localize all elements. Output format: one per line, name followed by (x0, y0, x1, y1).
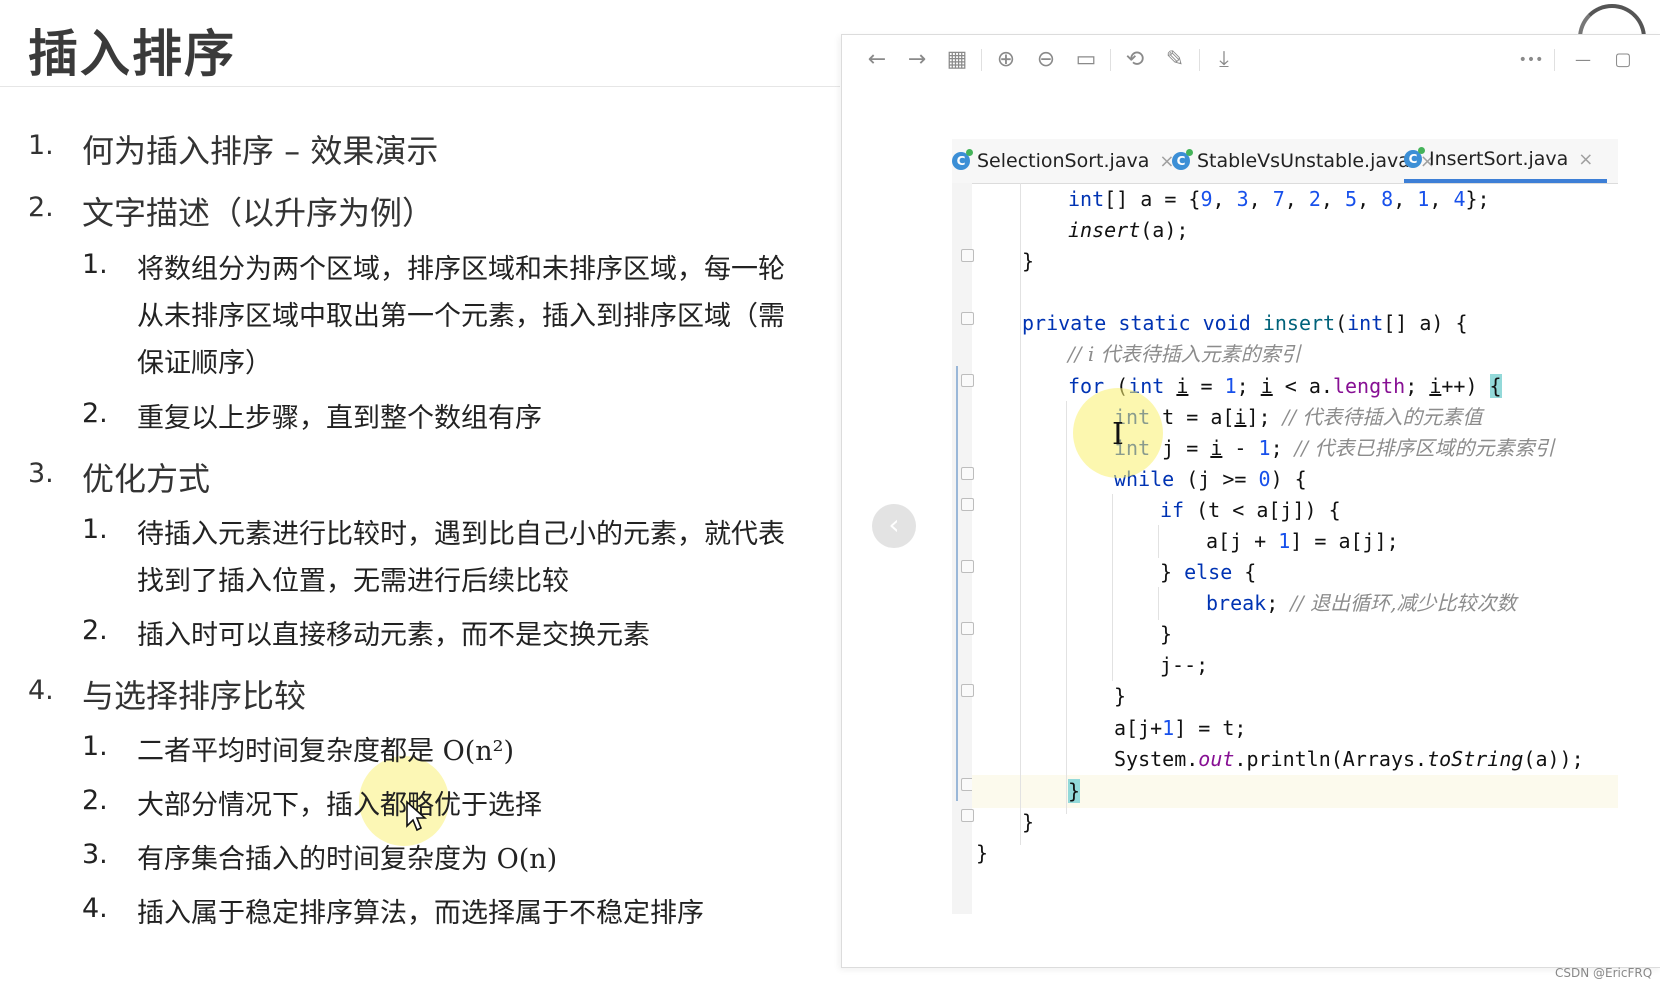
code-line: insert(a); (1068, 218, 1189, 242)
list-item-heading: 文字描述（以升序为例） (82, 194, 435, 232)
tab-label: SelectionSort.java (977, 150, 1150, 172)
fit-page-icon[interactable]: ▭ (1073, 47, 1099, 73)
list-number: 3. (28, 458, 54, 489)
change-marker (956, 366, 958, 801)
sublist-text: 有序集合插入的时间复杂度为 O(n) (137, 844, 558, 875)
edit-icon[interactable]: ✎ (1162, 47, 1188, 73)
indent-guide (1066, 401, 1067, 814)
code-line: a[j+1] = t; (1114, 716, 1247, 740)
tab-stablevsunstable[interactable]: C StableVsUnstable.java × (1172, 139, 1435, 183)
java-class-icon: C (1404, 147, 1425, 168)
previous-image-button[interactable]: ‹ (872, 504, 916, 548)
code-line: System.out.println(Arrays.toString(a)); (1114, 747, 1584, 771)
zoom-in-icon[interactable]: ⊕ (993, 47, 1019, 73)
code-line: } (1160, 622, 1173, 646)
watermark: CSDN @EricFRQ (1555, 966, 1653, 980)
text-cursor-icon: I (1112, 417, 1124, 452)
code-line: int t = a[i]; // 代表待插入的元素值 (1114, 405, 1483, 429)
java-class-icon: C (1172, 149, 1193, 170)
code-line: } (1068, 779, 1081, 803)
code-editor: int[] a = {9, 3, 7, 2, 5, 8, 1, 4}; inse… (972, 183, 1618, 914)
list-number: 2. (28, 192, 54, 223)
mouse-cursor-icon (406, 800, 427, 832)
tab-label: StableVsUnstable.java (1197, 150, 1410, 172)
title-divider (0, 86, 840, 87)
math-complexity: O(n²) (442, 736, 515, 767)
sublist-text: 待插入元素进行比较时，遇到比自己小的元素，就代表 (137, 519, 785, 550)
toolbar-separator (1110, 49, 1111, 71)
download-icon[interactable]: ⤓ (1211, 47, 1237, 73)
toolbar-separator (1199, 49, 1200, 71)
sublist-text: 从未排序区域中取出第一个元素，插入到排序区域（需 (137, 301, 785, 332)
maximize-icon[interactable]: ▢ (1610, 47, 1636, 73)
code-line: } (976, 841, 989, 865)
code-line: } else { (1160, 560, 1257, 584)
indent-guide (1158, 525, 1159, 558)
rotate-icon[interactable]: ⟲ (1122, 47, 1148, 73)
sublist-text: 二者平均时间复杂度都是 O(n²) (137, 736, 515, 767)
tab-insertsort[interactable]: C InsertSort.java × (1404, 139, 1608, 183)
ide-screenshot: C SelectionSort.java × C StableVsUnstabl… (952, 139, 1618, 914)
sublist-text: 找到了插入位置，无需进行后续比较 (137, 566, 569, 597)
sublist-text: 大部分情况下，插入都略优于选择 (137, 790, 542, 821)
code-line: if (t < a[j]) { (1160, 498, 1341, 522)
code-line: a[j + 1] = a[j]; (1206, 529, 1399, 553)
zoom-out-icon[interactable]: ⊖ (1033, 47, 1059, 73)
indent-guide (1158, 587, 1159, 620)
minimize-icon[interactable]: — (1570, 47, 1596, 73)
sublist-number: 2. (82, 615, 108, 646)
grid-icon[interactable]: ▦ (944, 47, 970, 73)
list-item-heading: 优化方式 (82, 460, 211, 498)
code-line: int[] a = {9, 3, 7, 2, 5, 8, 1, 4}; (1068, 187, 1490, 211)
more-icon[interactable]: ••• (1518, 47, 1544, 73)
viewer-toolbar: ← → ▦ ⊕ ⊖ ▭ ⟲ ✎ ⤓ ••• — ▢ (842, 35, 1660, 87)
sublist-text: 重复以上步骤，直到整个数组有序 (137, 403, 542, 434)
sublist-number: 1. (82, 249, 108, 280)
java-class-icon: C (952, 149, 973, 170)
code-line: j--; (1160, 653, 1209, 677)
tab-label: InsertSort.java (1429, 148, 1569, 170)
list-item-heading: 何为插入排序 – 效果演示 (82, 132, 439, 170)
code-line: private static void insert(int[] a) { (1022, 311, 1468, 335)
sublist-text: 插入属于稳定排序算法，而选择属于不稳定排序 (137, 898, 704, 929)
sublist-text: 将数组分为两个区域，排序区域和未排序区域，每一轮 (137, 254, 785, 285)
code-line: } (1022, 249, 1035, 273)
code-line: } (1022, 810, 1035, 834)
toolbar-separator (981, 49, 982, 71)
code-line: } (1114, 684, 1127, 708)
forward-icon[interactable]: → (904, 47, 930, 73)
editor-gutter (952, 183, 974, 914)
toolbar-separator (1554, 49, 1555, 71)
list-number: 4. (28, 675, 54, 706)
tab-selectionsort[interactable]: C SelectionSort.java × (952, 139, 1174, 183)
list-number: 1. (28, 130, 54, 161)
math-complexity: O(n) (496, 844, 558, 875)
sublist-number: 2. (82, 785, 108, 816)
sublist-number: 3. (82, 839, 108, 870)
close-icon[interactable]: × (1578, 149, 1593, 170)
indent-guide (1112, 494, 1113, 681)
back-icon[interactable]: ← (864, 47, 890, 73)
sublist-text: 插入时可以直接移动元素，而不是交换元素 (137, 620, 650, 651)
code-line: break; // 退出循环,减少比较次数 (1206, 591, 1517, 615)
list-item-heading: 与选择排序比较 (82, 677, 307, 715)
indent-guide (1020, 183, 1021, 845)
sublist-number: 1. (82, 514, 108, 545)
sublist-number: 2. (82, 398, 108, 429)
code-line: int j = i - 1; // 代表已排序区域的元素索引 (1114, 436, 1555, 460)
sublist-number: 1. (82, 731, 108, 762)
editor-tabs: C SelectionSort.java × C StableVsUnstabl… (952, 139, 1618, 184)
sublist-number: 4. (82, 893, 108, 924)
code-comment: // i 代表待插入元素的索引 (1068, 342, 1301, 366)
slide-title: 插入排序 (28, 25, 236, 83)
sublist-text: 保证顺序） (137, 348, 272, 379)
